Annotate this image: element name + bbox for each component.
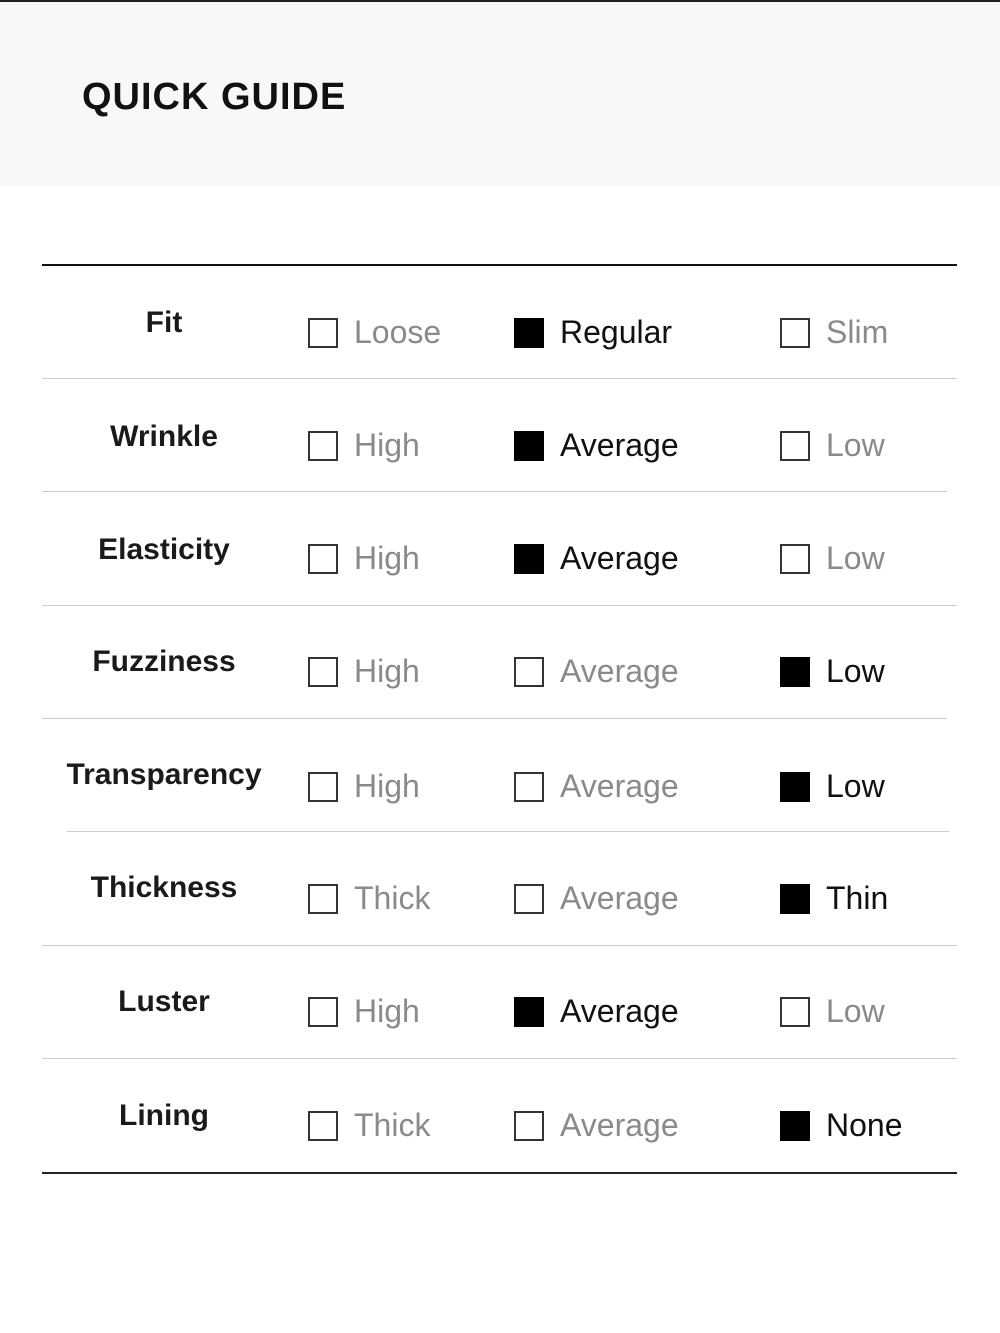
unchecked-box-icon[interactable]: [780, 543, 810, 574]
option-label: None: [826, 1107, 903, 1143]
option-label: Average: [560, 880, 679, 916]
option-thick[interactable]: Thick: [308, 1107, 430, 1144]
row-divider: [42, 1058, 957, 1059]
option-label: Average: [560, 540, 679, 576]
option-label: High: [354, 768, 420, 804]
checked-box-icon[interactable]: [514, 317, 544, 348]
checked-box-icon[interactable]: [780, 883, 810, 914]
unchecked-box-icon[interactable]: [780, 996, 810, 1027]
option-slim[interactable]: Slim: [780, 314, 888, 351]
option-label: Regular: [560, 314, 673, 350]
unchecked-box-icon[interactable]: [780, 430, 810, 461]
option-label: Average: [560, 993, 679, 1029]
option-regular[interactable]: Regular: [514, 314, 672, 351]
option-label: Low: [826, 993, 885, 1029]
option-label: Thick: [354, 880, 431, 916]
option-loose[interactable]: Loose: [308, 314, 441, 351]
option-average[interactable]: Average: [514, 1107, 679, 1144]
option-low[interactable]: Low: [780, 540, 885, 577]
option-high[interactable]: High: [308, 427, 420, 464]
row-divider: [42, 491, 947, 492]
checked-box-icon[interactable]: [780, 771, 810, 802]
option-label: Average: [560, 1107, 679, 1143]
option-label: High: [354, 427, 420, 463]
option-high[interactable]: High: [308, 653, 420, 690]
row-label: Thickness: [90, 871, 238, 904]
unchecked-box-icon[interactable]: [308, 656, 338, 687]
row-label: Transparency: [66, 758, 262, 791]
unchecked-box-icon[interactable]: [308, 317, 338, 348]
unchecked-box-icon[interactable]: [308, 996, 338, 1027]
option-label: Average: [560, 427, 679, 463]
checked-box-icon[interactable]: [514, 543, 544, 574]
option-label: Thin: [826, 880, 889, 916]
option-label: Loose: [354, 314, 442, 350]
option-average[interactable]: Average: [514, 768, 679, 805]
unchecked-box-icon[interactable]: [514, 771, 544, 802]
unchecked-box-icon[interactable]: [308, 771, 338, 802]
option-high[interactable]: High: [308, 768, 420, 805]
unchecked-box-icon[interactable]: [308, 1110, 338, 1141]
option-average[interactable]: Average: [514, 653, 679, 690]
option-label: High: [354, 993, 420, 1029]
option-label: High: [354, 540, 420, 576]
checked-box-icon[interactable]: [780, 656, 810, 687]
option-label: Slim: [826, 314, 889, 350]
option-thick[interactable]: Thick: [308, 880, 430, 917]
row-divider: [42, 605, 957, 606]
row-divider: [42, 945, 957, 946]
option-label: Low: [826, 653, 885, 689]
option-label: Low: [826, 768, 885, 804]
option-low[interactable]: Low: [780, 768, 885, 805]
option-high[interactable]: High: [308, 993, 420, 1030]
row-label: Elasticity: [98, 533, 230, 566]
option-average[interactable]: Average: [514, 427, 679, 464]
option-label: High: [354, 653, 420, 689]
option-thin[interactable]: Thin: [780, 880, 888, 917]
option-low[interactable]: Low: [780, 427, 885, 464]
row-label: Fit: [145, 306, 183, 339]
option-label: Low: [826, 540, 885, 576]
unchecked-box-icon[interactable]: [780, 317, 810, 348]
checked-box-icon[interactable]: [514, 996, 544, 1027]
option-low[interactable]: Low: [780, 653, 885, 690]
checked-box-icon[interactable]: [780, 1110, 810, 1141]
row-divider: [42, 718, 947, 719]
unchecked-box-icon[interactable]: [308, 430, 338, 461]
unchecked-box-icon[interactable]: [308, 883, 338, 914]
table-bottom-border: [42, 1172, 957, 1174]
option-label: Thick: [354, 1107, 431, 1143]
row-divider: [42, 378, 957, 379]
option-high[interactable]: High: [308, 540, 420, 577]
row-divider: [67, 831, 949, 832]
row-label: Fuzziness: [92, 645, 236, 678]
row-label: Wrinkle: [110, 420, 218, 453]
option-label: Low: [826, 427, 885, 463]
option-none[interactable]: None: [780, 1107, 903, 1144]
option-low[interactable]: Low: [780, 993, 885, 1030]
unchecked-box-icon[interactable]: [514, 1110, 544, 1141]
option-average[interactable]: Average: [514, 540, 679, 577]
checked-box-icon[interactable]: [514, 430, 544, 461]
table-row: Lining Thick Average None: [0, 0, 1000, 1143]
table-top-border: [42, 264, 957, 266]
row-label: Lining: [119, 1099, 209, 1132]
unchecked-box-icon[interactable]: [308, 543, 338, 574]
option-label: Average: [560, 653, 679, 689]
unchecked-box-icon[interactable]: [514, 656, 544, 687]
option-average[interactable]: Average: [514, 880, 679, 917]
unchecked-box-icon[interactable]: [514, 883, 544, 914]
option-label: Average: [560, 768, 679, 804]
option-average[interactable]: Average: [514, 993, 679, 1030]
row-label: Luster: [118, 985, 210, 1018]
